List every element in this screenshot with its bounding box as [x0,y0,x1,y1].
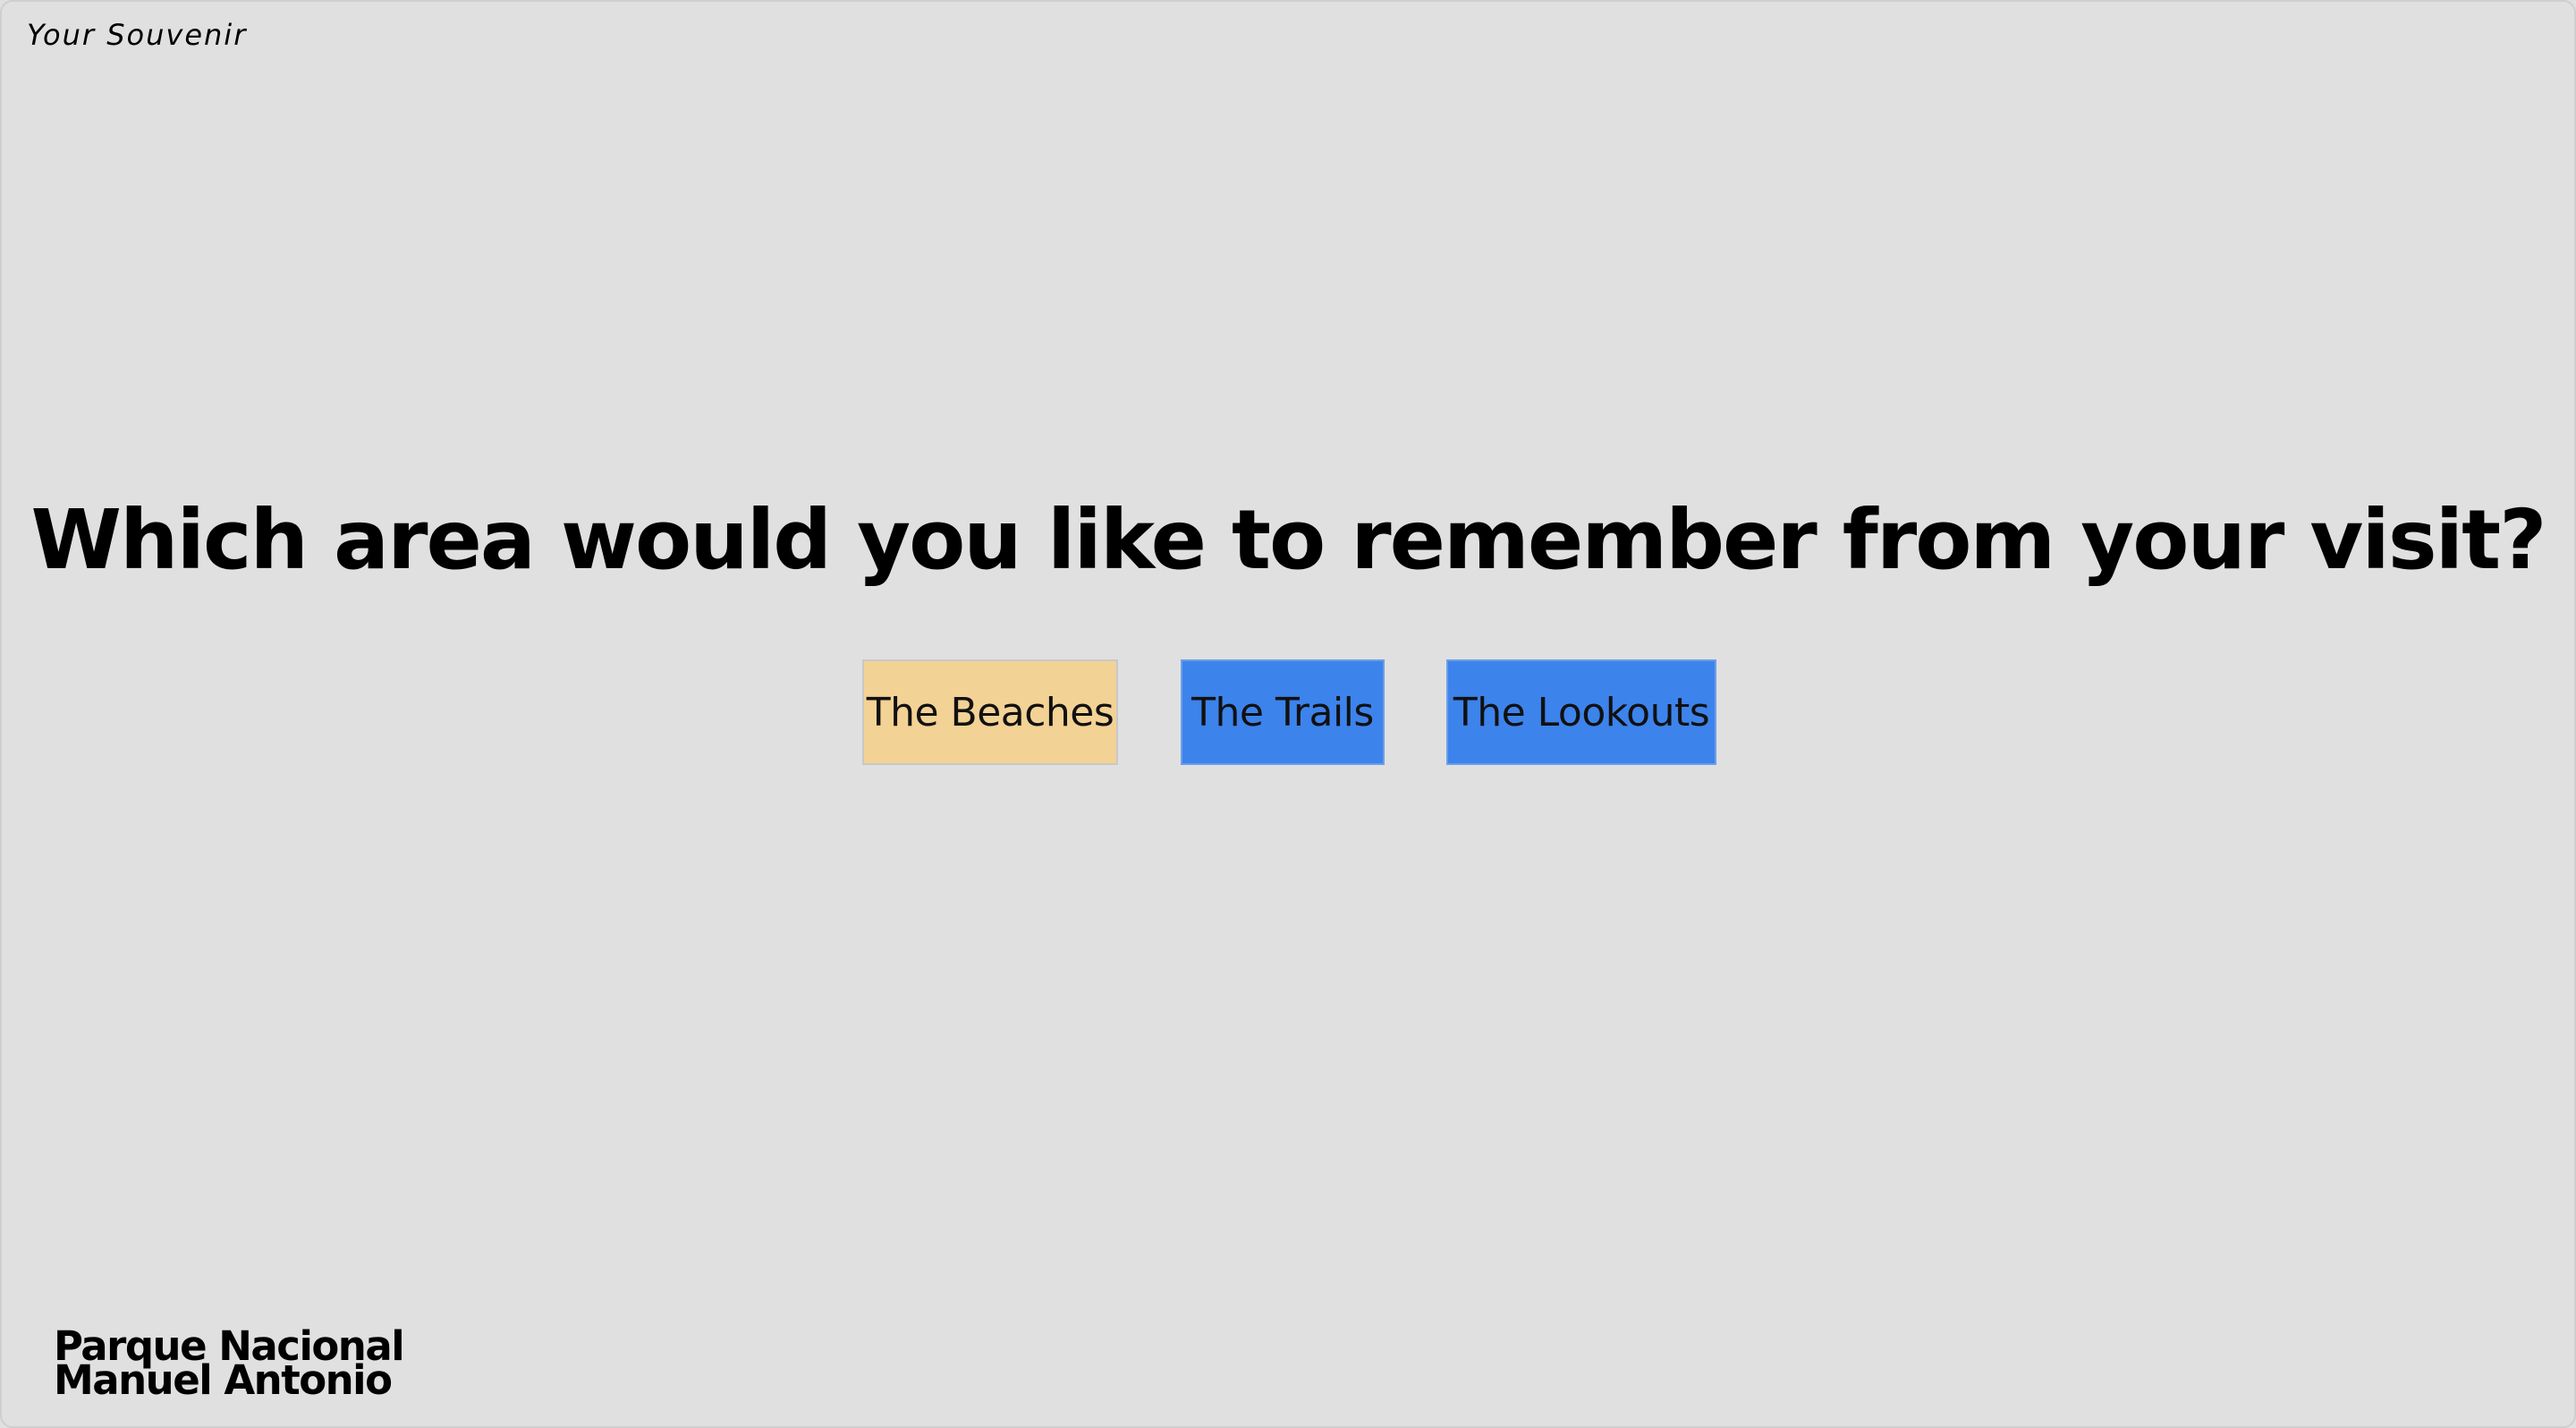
lookouts-button[interactable]: The Lookouts [1446,659,1716,765]
souvenir-screen: Your Souvenir Which area would you like … [0,0,2576,1428]
beaches-button[interactable]: The Beaches [862,659,1118,765]
app-title: Your Souvenir [27,18,248,52]
park-logo-line-2: Manuel Antonio [54,1356,393,1404]
trails-button[interactable]: The Trails [1181,659,1385,765]
park-logo: Parque Nacional Manuel Antonio [54,1326,405,1404]
area-choices: The Beaches The Trails The Lookouts [2,659,2574,765]
question-heading: Which area would you like to remember fr… [30,492,2546,588]
